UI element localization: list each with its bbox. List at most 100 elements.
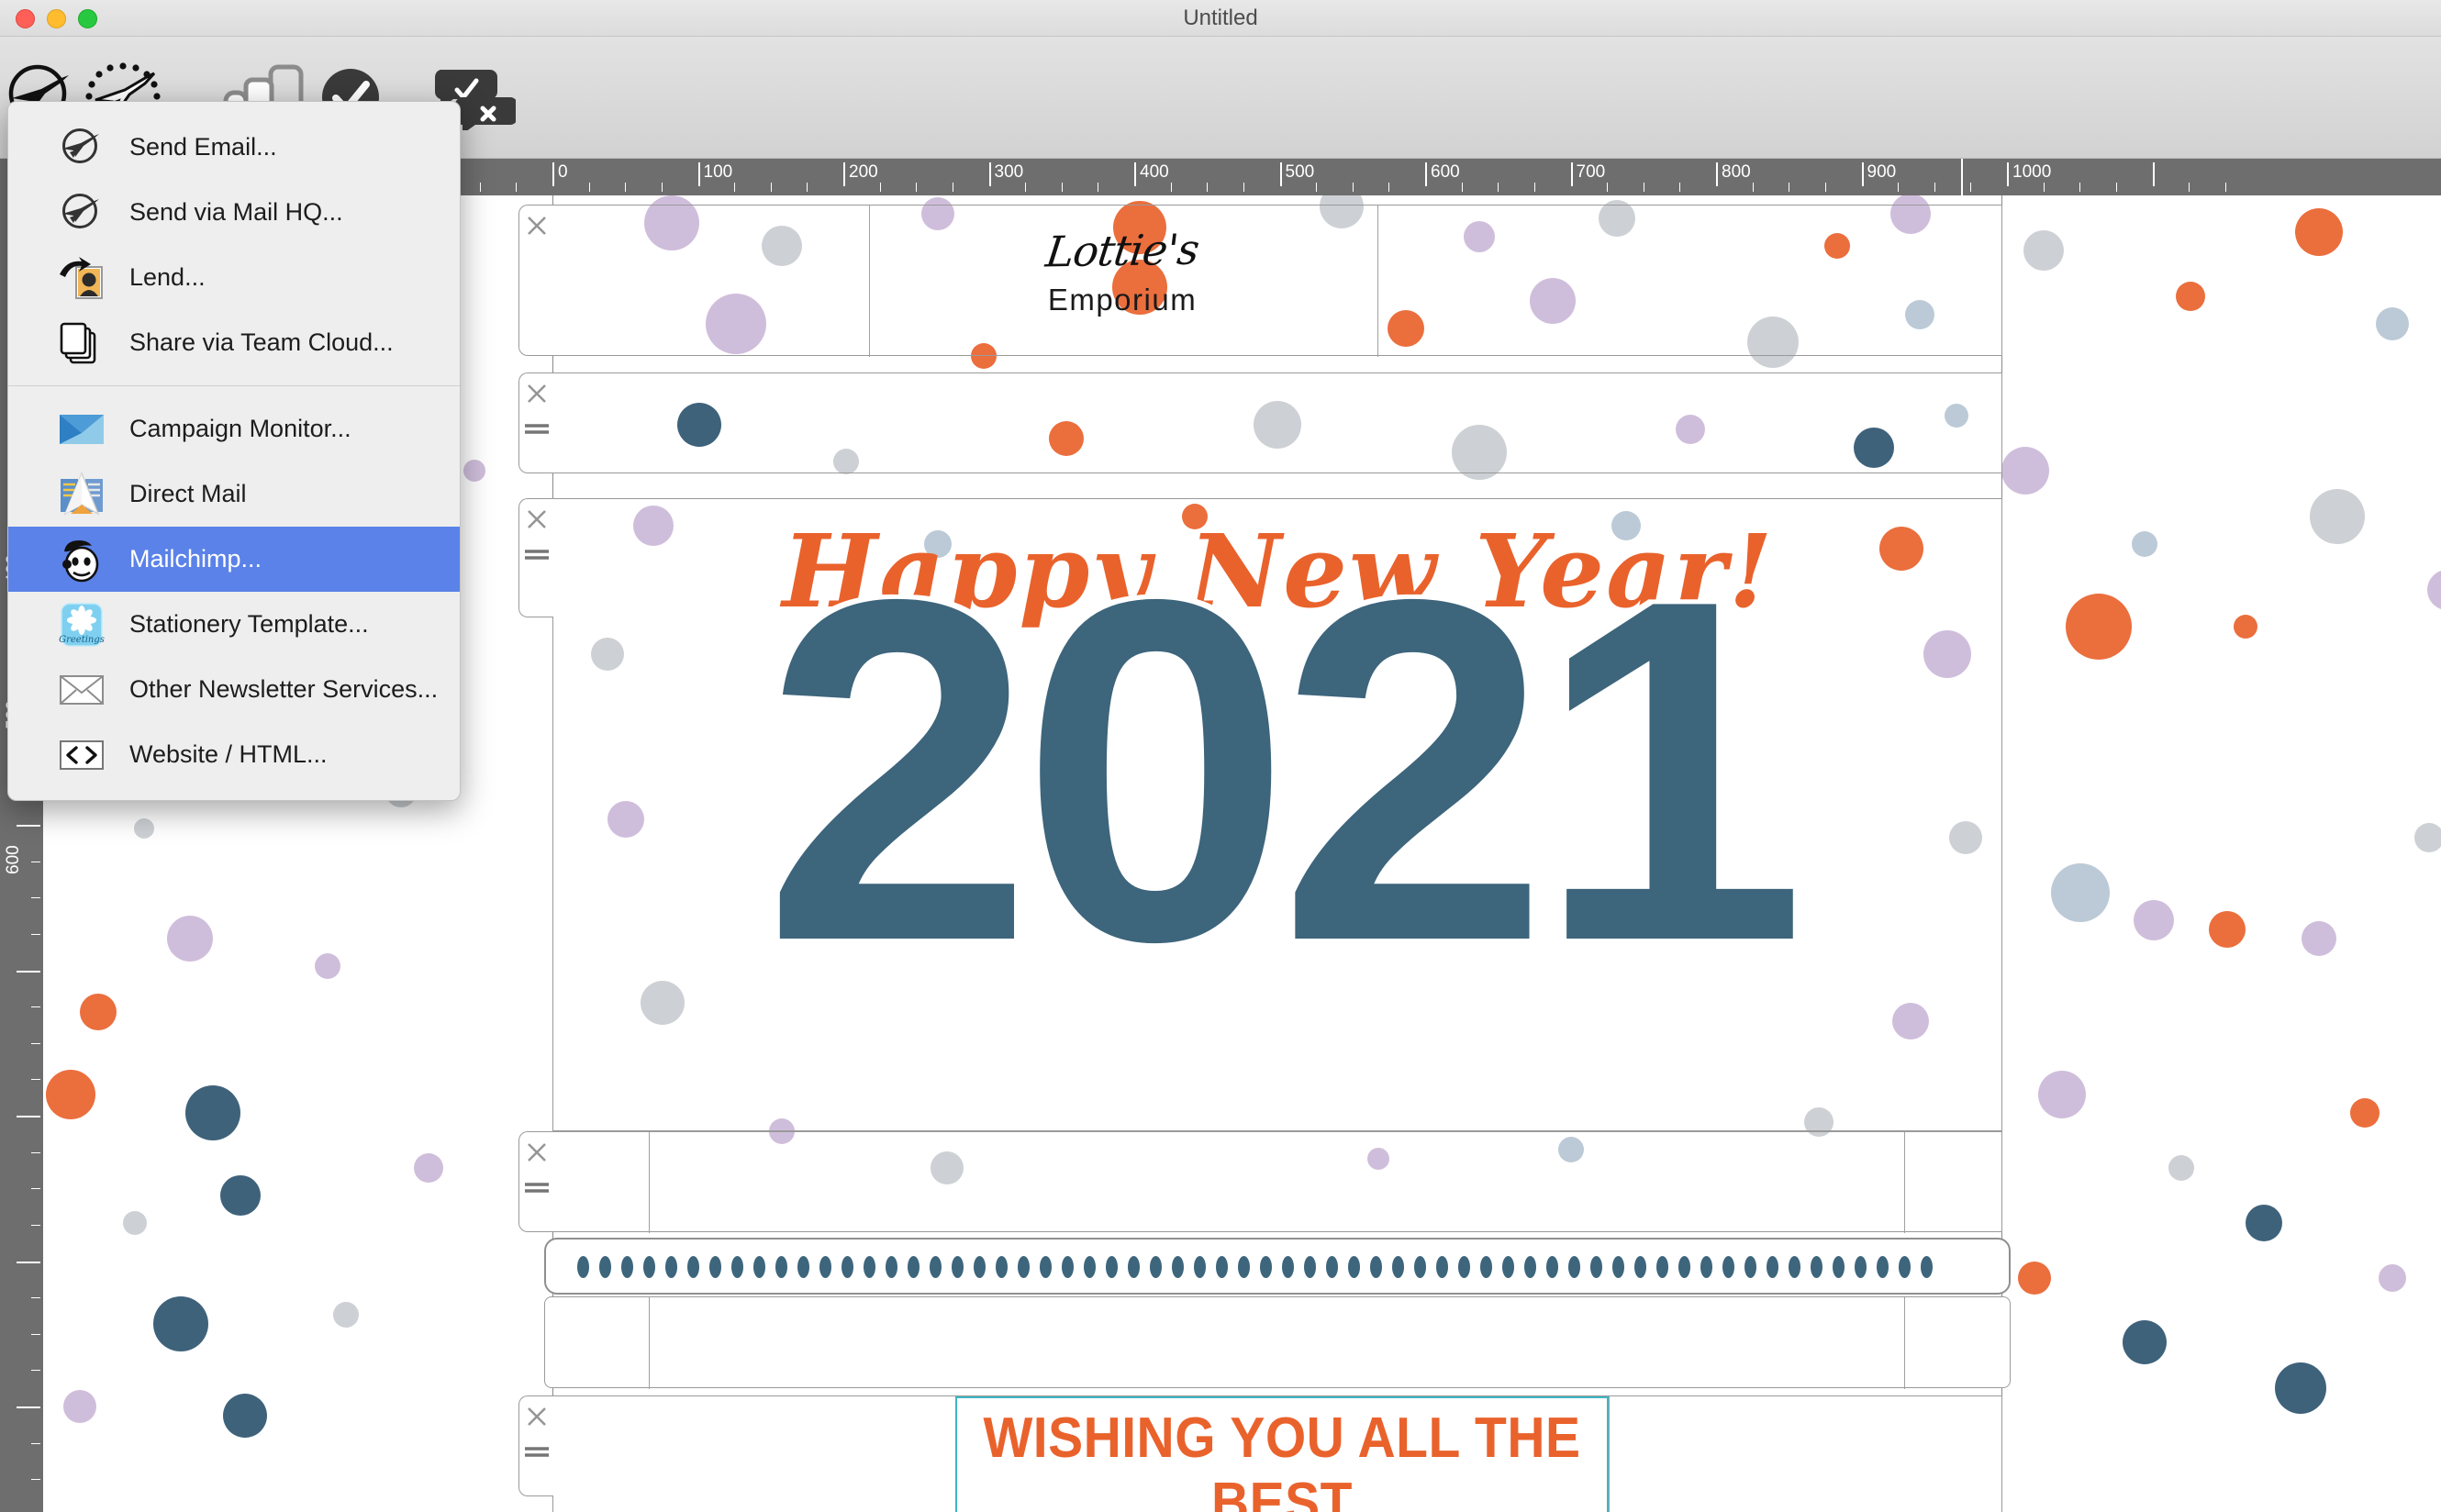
divider-dot xyxy=(1678,1256,1690,1278)
menu-item-send-email[interactable]: Send Email... xyxy=(8,115,460,180)
drag-handle-icon[interactable] xyxy=(523,1181,551,1199)
divider-dot xyxy=(775,1256,787,1278)
document-page[interactable]: Lottie's Emporium Happy New Year! 2021 W… xyxy=(518,195,2011,1512)
block-handle[interactable] xyxy=(518,372,553,473)
drag-handle-icon[interactable] xyxy=(523,1445,551,1463)
send-dropdown-menu[interactable]: Send Email... Send via Mail HQ... Lend..… xyxy=(7,101,461,801)
confetti-dot xyxy=(2168,1155,2194,1181)
menu-item-website-html[interactable]: Website / HTML... xyxy=(8,722,460,787)
ruler-minor-tick xyxy=(31,933,40,935)
divider-dot xyxy=(599,1256,611,1278)
divider-dot xyxy=(1811,1256,1822,1278)
confetti-dot xyxy=(2427,570,2441,610)
menu-item-label: Send Email... xyxy=(129,133,277,161)
confetti-dot xyxy=(2051,863,2110,922)
ruler-minor-tick xyxy=(1970,183,1972,192)
ruler-minor-tick xyxy=(2224,183,2226,192)
divider-dot xyxy=(1348,1256,1360,1278)
column-divider xyxy=(1904,1297,1905,1389)
ruler-minor-tick xyxy=(2043,183,2045,192)
menu-item-campaign-monitor[interactable]: Campaign Monitor... xyxy=(8,396,460,461)
confetti-dot xyxy=(220,1175,261,1216)
layout-block-wishes[interactable]: WISHING YOU ALL THE BEST FOR THE COMING … xyxy=(518,1395,2002,1512)
menu-item-send-via-mail-hq[interactable]: Send via Mail HQ... xyxy=(8,180,460,245)
divider-dot xyxy=(1480,1256,1492,1278)
close-icon[interactable] xyxy=(525,214,549,238)
confetti-dot xyxy=(2310,489,2365,544)
dot-divider-top xyxy=(577,1256,1943,1278)
layout-block-spacer-1[interactable] xyxy=(518,372,2002,473)
block-handle[interactable] xyxy=(518,205,553,356)
close-icon[interactable] xyxy=(525,1405,549,1429)
close-icon[interactable] xyxy=(525,1140,549,1164)
year-text: 2021 xyxy=(763,499,1806,1042)
menu-item-lend[interactable]: Lend... xyxy=(8,245,460,310)
ruler-label: 600 xyxy=(1431,162,1460,182)
menu-item-other-newsletter-services[interactable]: Other Newsletter Services... xyxy=(8,657,460,722)
confetti-dot xyxy=(46,1070,95,1119)
wishes-text-frame[interactable]: WISHING YOU ALL THE BEST FOR THE COMING … xyxy=(955,1396,1609,1512)
confetti-dot xyxy=(2023,230,2064,271)
divider-dot xyxy=(1502,1256,1514,1278)
ruler-minor-tick xyxy=(31,1079,40,1081)
menu-item-label: Lend... xyxy=(129,263,206,291)
drag-handle-icon[interactable] xyxy=(523,548,551,566)
layout-block-spacer-2[interactable] xyxy=(518,1131,2002,1233)
close-icon[interactable] xyxy=(525,507,549,531)
menu-item-mailchimp[interactable]: Mailchimp... xyxy=(8,527,460,592)
close-icon[interactable] xyxy=(525,382,549,406)
layout-block-header[interactable]: Lottie's Emporium xyxy=(518,205,2002,357)
confetti-dot xyxy=(2132,531,2157,557)
ruler-major-tick xyxy=(2152,162,2155,186)
confetti-dot xyxy=(2209,911,2246,948)
divider-dot xyxy=(1238,1256,1250,1278)
ruler-major-tick xyxy=(1279,162,1282,186)
lend-person-arrow-icon xyxy=(56,252,107,304)
menu-item-stationery-template[interactable]: Greetings Stationery Template... xyxy=(8,592,460,657)
divider-dot xyxy=(1128,1256,1140,1278)
divider-dot xyxy=(886,1256,897,1278)
block-handle[interactable] xyxy=(518,1131,553,1232)
ruler-major-tick xyxy=(17,1406,40,1408)
divider-dot xyxy=(1172,1256,1184,1278)
direct-mail-icon xyxy=(56,469,107,520)
confetti-dot xyxy=(2234,615,2257,639)
block-handle[interactable] xyxy=(518,498,553,617)
ruler-minor-tick xyxy=(31,1333,40,1335)
stacked-pages-icon xyxy=(56,317,107,369)
column-divider xyxy=(649,1132,650,1233)
ruler-minor-tick xyxy=(1934,183,1935,192)
ruler-major-tick xyxy=(2007,162,2009,186)
ruler-minor-tick xyxy=(1533,183,1535,192)
ruler-minor-tick xyxy=(516,183,518,192)
ruler-label: 100 xyxy=(703,162,733,182)
divider-dot xyxy=(952,1256,964,1278)
divider-dot xyxy=(1899,1256,1911,1278)
divider-dots-block[interactable] xyxy=(544,1238,2011,1295)
menu-item-share-via-team-cloud[interactable]: Share via Team Cloud... xyxy=(8,310,460,375)
menu-item-label: Other Newsletter Services... xyxy=(129,675,439,703)
ruler-minor-tick xyxy=(31,1042,40,1044)
menu-item-label: Direct Mail xyxy=(129,480,247,507)
divider-dot xyxy=(1458,1256,1470,1278)
divider-dot xyxy=(1656,1256,1668,1278)
layout-block-hero[interactable]: Happy New Year! 2021 xyxy=(518,498,2002,1131)
block-handle[interactable] xyxy=(518,1395,553,1496)
divider-dot xyxy=(1106,1256,1118,1278)
confetti-dot xyxy=(2302,921,2336,956)
confetti-dot xyxy=(2246,1205,2282,1241)
ruler-label: 1000 xyxy=(2012,162,2052,182)
menu-item-direct-mail[interactable]: Direct Mail xyxy=(8,461,460,527)
ruler-minor-tick xyxy=(2115,183,2117,192)
divider-dot xyxy=(842,1256,853,1278)
confetti-dot xyxy=(63,1390,96,1423)
ruler-minor-tick xyxy=(1243,183,1244,192)
layout-block-spacer-3[interactable] xyxy=(544,1296,2011,1389)
confetti-dot xyxy=(2379,1264,2406,1292)
ruler-minor-tick xyxy=(31,1188,40,1190)
divider-dot xyxy=(1436,1256,1448,1278)
divider-dot xyxy=(1744,1256,1756,1278)
ruler-label: 200 xyxy=(849,162,878,182)
drag-handle-icon[interactable] xyxy=(523,422,551,440)
divider-dot xyxy=(1084,1256,1096,1278)
